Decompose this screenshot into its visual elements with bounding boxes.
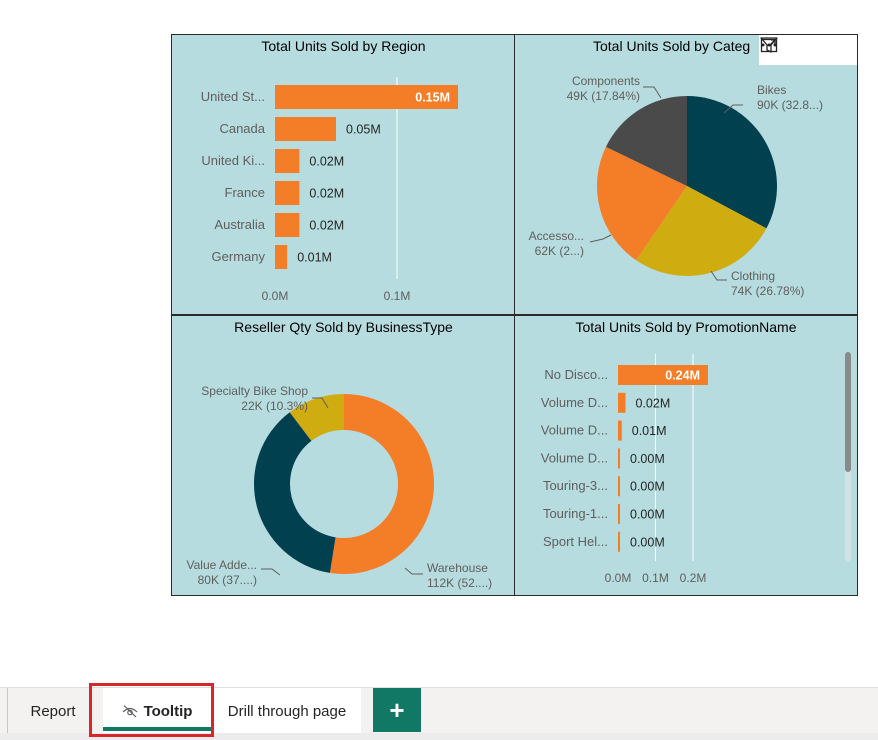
- bar: [275, 117, 336, 141]
- scrollbar-thumb[interactable]: [845, 352, 851, 472]
- focus-mode-icon[interactable]: [760, 37, 823, 63]
- slice-name-label: Warehouse: [427, 561, 488, 575]
- data-label: 0.15M: [415, 91, 450, 105]
- x-tick-label: 0.0M: [605, 571, 632, 585]
- visual-header: [759, 35, 857, 65]
- category-label: France: [225, 185, 265, 200]
- tooltip-tab-highlight: [89, 683, 214, 737]
- category-label: Australia: [214, 217, 265, 232]
- leader-line: [710, 270, 727, 281]
- pie-chart-category: Bikes90K (32.8...) Clothing74K (26.78%) Ac…: [529, 74, 823, 298]
- slice-value-label: 112K (52....): [427, 576, 492, 590]
- bar: [618, 420, 622, 441]
- slice-name-label: Clothing: [731, 269, 775, 283]
- slice-name-label: Components: [572, 74, 640, 88]
- data-label: 0.00M: [630, 508, 665, 522]
- visual-units-by-promotion[interactable]: Total Units Sold by PromotionName 0.0M 0.…: [514, 315, 858, 596]
- data-label: 0.02M: [309, 187, 344, 201]
- category-label: United Ki...: [201, 153, 265, 168]
- tab-drill-through-page[interactable]: Drill through page: [213, 688, 361, 734]
- category-label: Touring-1...: [543, 506, 608, 521]
- plus-icon: +: [389, 694, 405, 725]
- visual-units-by-category[interactable]: Total Units Sold by Categ Bikes 90K (32.8…: [514, 34, 858, 315]
- bar: [618, 448, 620, 469]
- data-label: 0.01M: [632, 424, 667, 438]
- data-label: 0.02M: [309, 155, 344, 169]
- category-label: Canada: [219, 121, 265, 136]
- x-tick-label: 0.2M: [680, 571, 707, 585]
- slice-value-label: 62K (2...): [535, 244, 584, 258]
- tab-label: Report: [30, 702, 76, 720]
- category-label: Volume D...: [541, 423, 608, 438]
- x-tick-label: 0.0M: [262, 289, 289, 303]
- category-label: Germany: [212, 249, 266, 264]
- data-label: 0.00M: [630, 452, 665, 466]
- slice-value-label: 74K (26.78%): [731, 284, 804, 298]
- report-canvas: Total Units Sold by Region 0.0M 0.1M Unite…: [171, 34, 858, 596]
- bar-chart-region: 0.0M 0.1M United St... 0.15M Canada 0.05M Unit…: [201, 77, 458, 303]
- visual-reseller-by-businesstype[interactable]: Reseller Qty Sold by BusinessType Wareho…: [171, 315, 516, 596]
- slice-name-label: Accesso...: [529, 229, 584, 243]
- slice-name-label: Specialty Bike Shop: [201, 384, 308, 398]
- visual-units-by-region[interactable]: Total Units Sold by Region 0.0M 0.1M Unite…: [171, 34, 516, 315]
- data-label: 0.00M: [630, 480, 665, 494]
- bar: [275, 213, 300, 237]
- category-label: Volume D...: [541, 395, 608, 410]
- add-page-button[interactable]: +: [373, 688, 421, 732]
- category-label: Sport Hel...: [543, 534, 608, 549]
- leader-line: [643, 86, 662, 99]
- pie-slice: [254, 412, 336, 573]
- slice-name-label: Value Adde...: [187, 558, 258, 572]
- tab-label: Drill through page: [227, 702, 347, 720]
- bar: [618, 476, 620, 497]
- bar: [275, 245, 288, 269]
- category-label: Touring-3...: [543, 478, 608, 493]
- leader-line: [261, 568, 281, 576]
- leader-line: [404, 567, 423, 575]
- bar: [275, 181, 300, 205]
- bar: [275, 149, 300, 173]
- data-label: 0.24M: [665, 369, 700, 383]
- pie-slice: [329, 394, 435, 574]
- slice-name-label: Bikes: [757, 83, 786, 97]
- bar: [618, 504, 620, 524]
- data-label: 0.02M: [636, 396, 671, 410]
- category-label: United St...: [201, 89, 265, 104]
- tab-report[interactable]: Report: [8, 688, 98, 734]
- more-options-icon[interactable]: [761, 37, 855, 63]
- slice-value-label: 80K (37....): [198, 573, 257, 587]
- bar: [618, 531, 620, 552]
- donut-chart-businesstype: Warehouse112K (52....) Value Adde...80K (…: [187, 384, 493, 590]
- data-label: 0.00M: [630, 535, 665, 549]
- slice-value-label: 22K (10.3%): [241, 399, 308, 413]
- x-tick-label: 0.1M: [642, 571, 669, 585]
- data-label: 0.01M: [297, 251, 332, 265]
- bar: [618, 392, 626, 413]
- data-label: 0.02M: [309, 219, 344, 233]
- slice-value-label: 49K (17.84%): [567, 89, 640, 103]
- category-label: No Disco...: [544, 367, 608, 382]
- data-label: 0.05M: [346, 123, 381, 137]
- slice-value-label: 90K (32.8...): [757, 98, 823, 112]
- leader-line: [589, 234, 612, 243]
- category-label: Volume D...: [541, 450, 608, 465]
- vertical-scrollbar[interactable]: [845, 352, 851, 562]
- bar-chart-promotion: 0.0M 0.1M 0.2M No Disco... 0.24M Volume D... 0…: [541, 354, 708, 585]
- x-tick-label: 0.1M: [384, 289, 411, 303]
